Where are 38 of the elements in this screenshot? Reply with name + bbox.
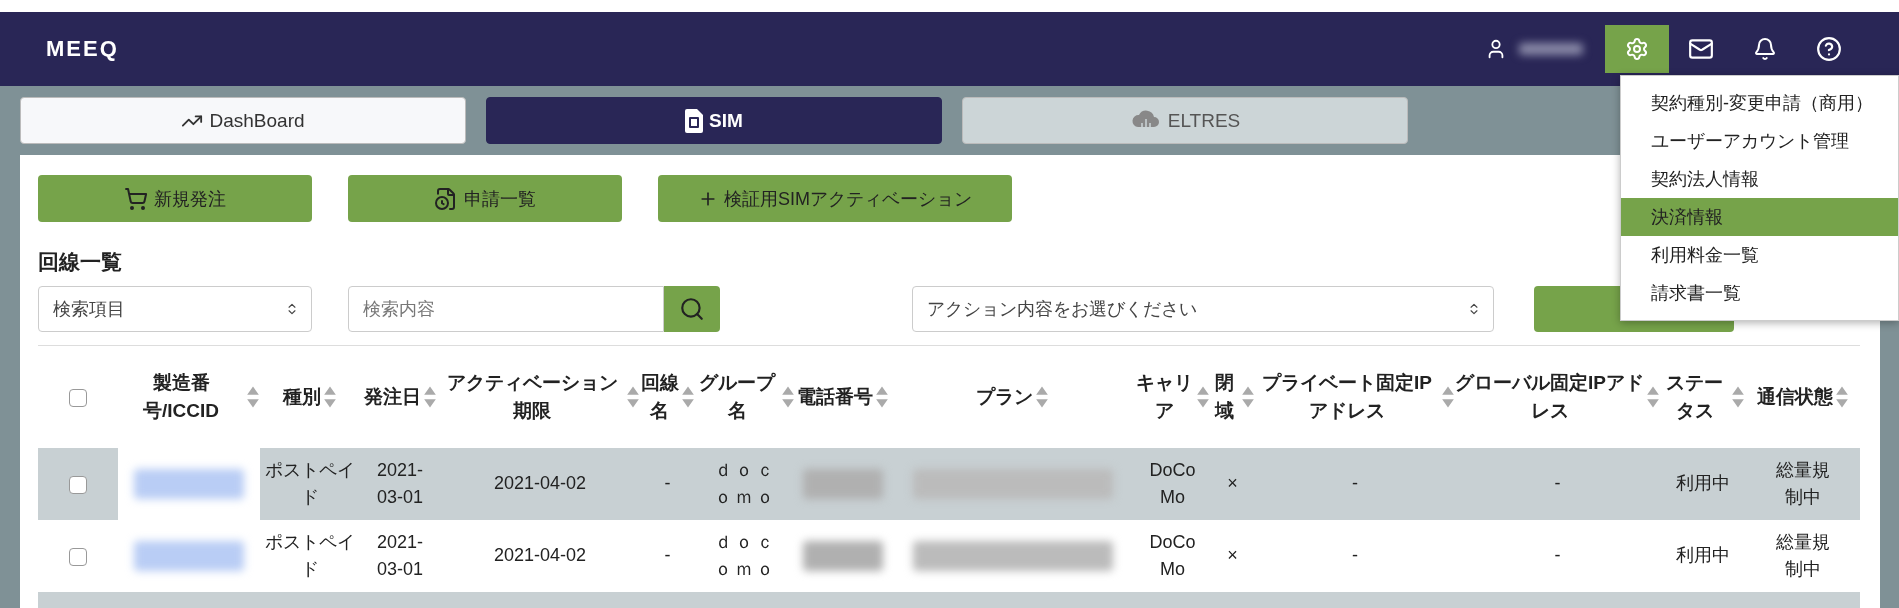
table-cell: ポストペイド: [265, 532, 355, 579]
table-cell: DoCoMo: [1149, 460, 1196, 507]
table-cell: 総量規制中: [1775, 532, 1830, 579]
column-header: 通信状態: [1756, 384, 1833, 409]
table-cell: -: [1554, 545, 1561, 566]
column-header: プラン: [976, 384, 1033, 409]
table-cell: 2021-03-01: [376, 460, 423, 507]
section-title: 回線一覧: [38, 249, 122, 275]
table-cell: -: [1352, 473, 1358, 494]
table-cell: -: [664, 545, 671, 566]
table-cell: 2021-04-02: [493, 545, 587, 566]
app-logo: MEEQ: [46, 36, 120, 62]
column-header: グループ名: [698, 371, 777, 423]
table-cell: DoCoMo: [1149, 532, 1196, 579]
column-header: 電話番号: [796, 384, 873, 409]
table-cell: 2021-03-01: [376, 532, 423, 579]
column-header: 発注日: [363, 384, 421, 409]
table-cell: ポストペイド: [265, 460, 355, 507]
table-cell: -: [1352, 545, 1358, 566]
column-header: 種別: [283, 384, 321, 409]
column-header: 製造番号/ICCID: [142, 371, 220, 423]
column-header: 閉域: [1213, 371, 1235, 423]
column-header: アクティベーション期限: [445, 371, 619, 423]
table-cell: -: [1554, 473, 1561, 494]
column-header: プライベート固定IPアドレス: [1261, 371, 1433, 423]
table-cell: ×: [1227, 473, 1238, 494]
table-cell: ｄｏｃｏｍｏ: [713, 532, 777, 579]
table-cell: -: [664, 473, 671, 494]
table-cell: 2021-04-02: [493, 473, 587, 494]
table-cell: 総量規制中: [1775, 460, 1830, 507]
table-cell: 利用中: [1675, 545, 1730, 566]
table-cell: ×: [1227, 545, 1238, 566]
column-header: ステータス: [1665, 371, 1724, 423]
column-header: グローバル固定IPアドレス: [1455, 371, 1644, 423]
column-header: 回線名: [640, 371, 679, 423]
table-cell: 利用中: [1675, 473, 1730, 494]
table-cell: ｄｏｃｏｍｏ: [713, 460, 777, 507]
column-header: キャリア: [1135, 371, 1194, 423]
